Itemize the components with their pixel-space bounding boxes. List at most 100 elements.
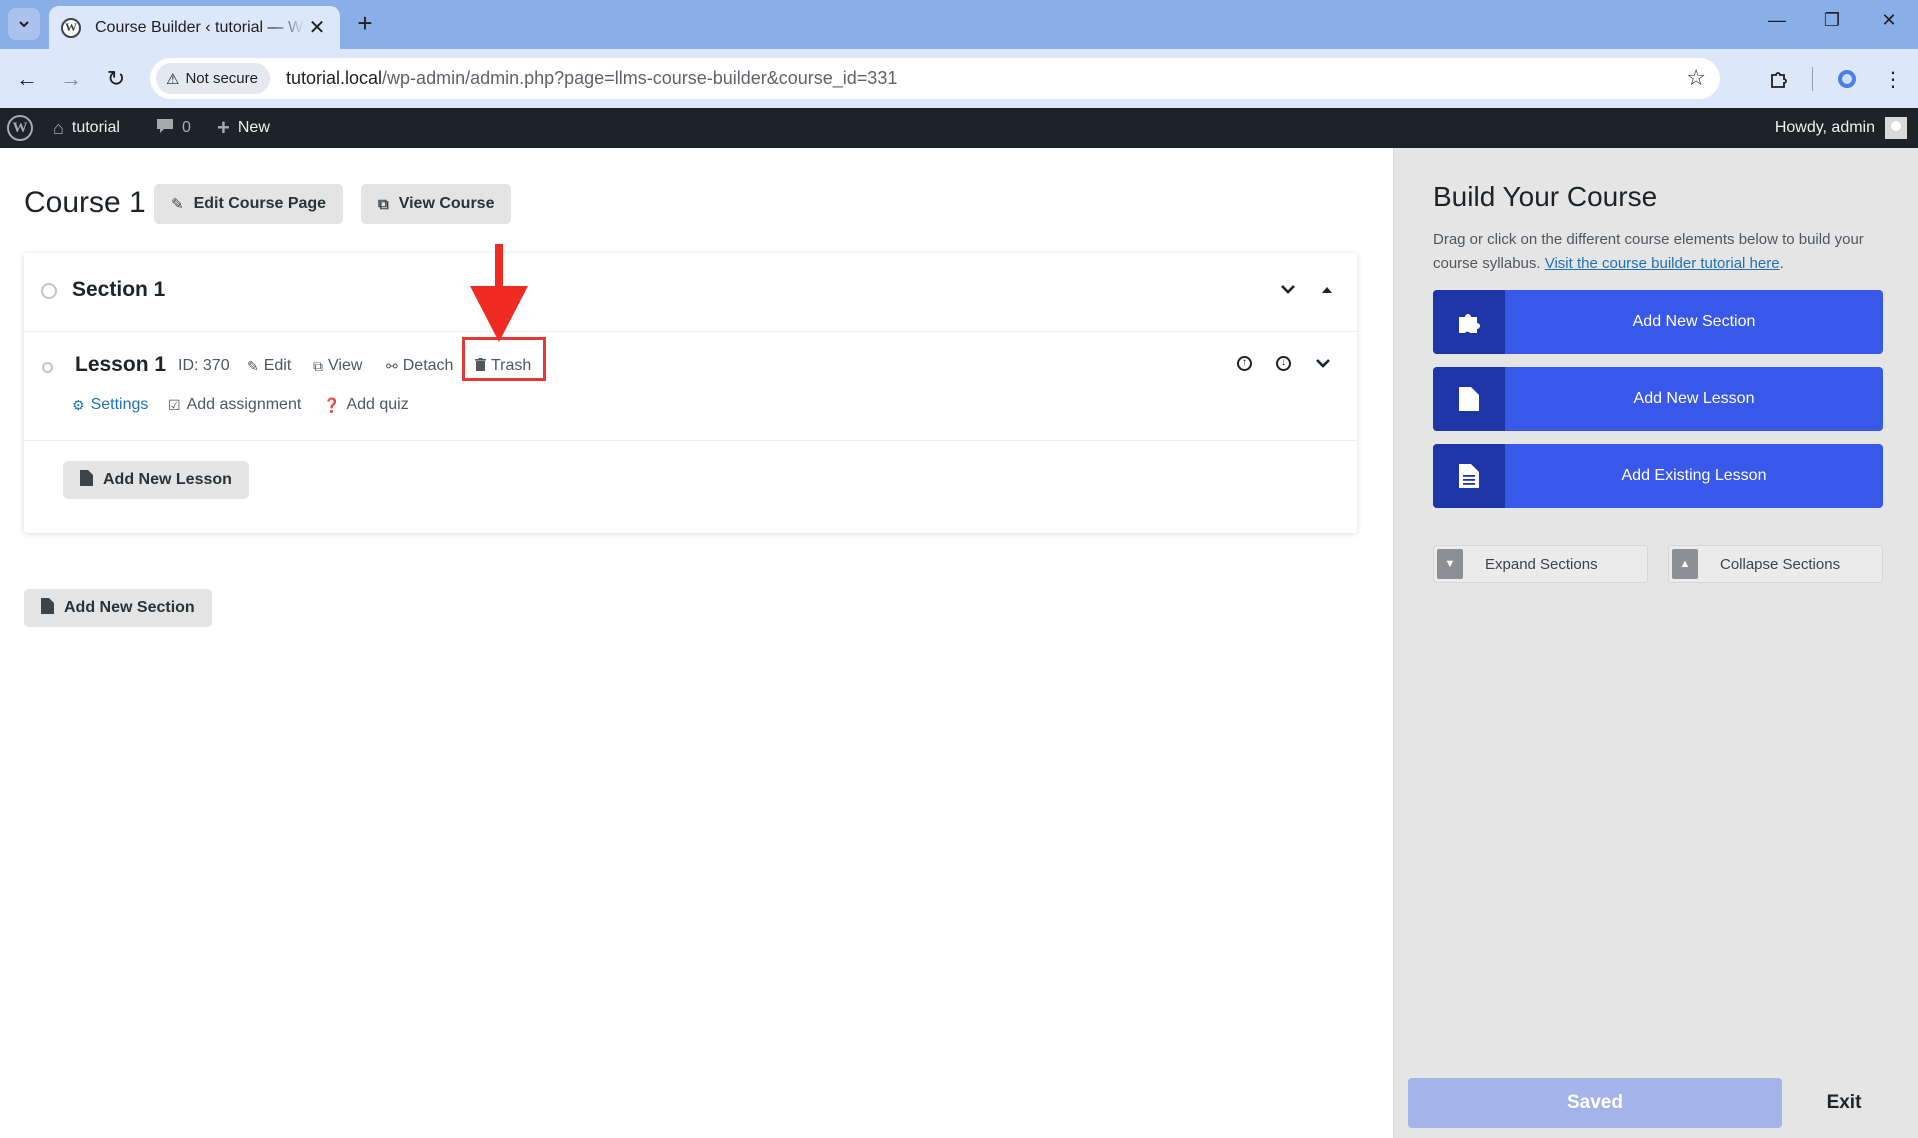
back-icon[interactable]: ← bbox=[12, 64, 42, 94]
minimize-icon[interactable]: — bbox=[1762, 10, 1792, 38]
lesson-divider bbox=[24, 440, 1357, 441]
sidebar-add-new-lesson-label: Add New Lesson bbox=[1633, 390, 1755, 407]
profile-icon[interactable] bbox=[1832, 64, 1862, 94]
address-bar[interactable]: ⚠ Not secure tutorial.local/wp-admin/adm… bbox=[150, 58, 1720, 99]
add-new-lesson-button[interactable]: Add New Lesson bbox=[63, 461, 249, 499]
bookmark-star-icon[interactable]: ☆ bbox=[1686, 65, 1706, 91]
chevron-down-icon bbox=[19, 21, 29, 28]
section-collapse-icon[interactable] bbox=[1279, 280, 1297, 301]
security-label: Not secure bbox=[185, 70, 258, 87]
expand-sections-label: Expand Sections bbox=[1485, 555, 1598, 573]
security-chip[interactable]: ⚠ Not secure bbox=[156, 63, 270, 94]
course-title: Course 1 bbox=[24, 186, 146, 219]
url-text[interactable]: tutorial.local/wp-admin/admin.php?page=l… bbox=[286, 68, 897, 89]
add-new-lesson-label: Add New Lesson bbox=[103, 471, 232, 488]
checkbox-icon: ☑ bbox=[168, 396, 181, 413]
lesson-view-link[interactable]: ⧉ View bbox=[313, 357, 362, 375]
sidebar-add-new-lesson-button[interactable]: Add New Lesson bbox=[1433, 367, 1883, 431]
puzzle-icon bbox=[1433, 290, 1505, 354]
more-menu-icon[interactable]: ⋮ bbox=[1878, 64, 1908, 94]
expand-sections-button[interactable]: ▼ Expand Sections bbox=[1433, 545, 1648, 583]
view-course-label: View Course bbox=[398, 195, 495, 212]
lesson-settings-label: Settings bbox=[90, 396, 149, 413]
edit-icon: ✎ bbox=[171, 196, 184, 213]
lesson-expand-icon[interactable] bbox=[1314, 354, 1332, 375]
triangle-up-icon: ▲ bbox=[1672, 549, 1698, 579]
new-content-menu[interactable]: + New bbox=[217, 108, 270, 148]
course-builder-main: Course 1 ✎ Edit Course Page ⧉ View Cours… bbox=[0, 148, 1393, 1138]
document-icon bbox=[1433, 444, 1505, 508]
annotation-arrow-icon bbox=[470, 286, 528, 342]
tutorial-link[interactable]: Visit the course builder tutorial here bbox=[1545, 255, 1780, 272]
page-icon bbox=[80, 470, 93, 490]
url-host: tutorial.local bbox=[286, 68, 383, 88]
external-link-icon: ⧉ bbox=[378, 195, 389, 213]
wordpress-favicon-icon: W bbox=[61, 17, 81, 38]
section-move-up-icon[interactable] bbox=[1321, 280, 1333, 301]
lesson-detach-label: Detach bbox=[402, 357, 454, 374]
section-divider bbox=[24, 331, 1357, 332]
wp-admin-bar: W ⌂ tutorial 0 + New Howdy, admin bbox=[0, 108, 1918, 148]
page-icon bbox=[41, 598, 54, 618]
exit-button[interactable]: Exit bbox=[1788, 1078, 1900, 1128]
url-path: /wp-admin/admin.php?page=llms-course-bui… bbox=[382, 68, 898, 88]
add-assignment-link[interactable]: ☑ Add assignment bbox=[168, 396, 301, 414]
lesson-view-label: View bbox=[328, 357, 363, 374]
external-link-icon: ⧉ bbox=[313, 357, 323, 374]
home-icon: ⌂ bbox=[53, 117, 64, 138]
annotation-arrow-shaft bbox=[495, 244, 503, 288]
restore-icon[interactable]: ❐ bbox=[1817, 10, 1847, 38]
comment-bubble-icon bbox=[156, 118, 174, 139]
howdy-label: Howdy, admin bbox=[1774, 119, 1875, 136]
lesson-edit-label: Edit bbox=[263, 357, 292, 374]
comments-menu[interactable]: 0 bbox=[156, 108, 191, 148]
view-course-button[interactable]: ⧉ View Course bbox=[361, 184, 512, 224]
section-card: Section 1 Lesson 1 ID: 370 ✎ Edit ⧉ View… bbox=[24, 253, 1357, 533]
page-icon bbox=[1433, 367, 1505, 431]
section-title[interactable]: Section 1 bbox=[72, 278, 165, 302]
collapse-sections-button[interactable]: ▲ Collapse Sections bbox=[1668, 545, 1883, 583]
lesson-id: ID: 370 bbox=[178, 357, 230, 374]
saved-button[interactable]: Saved bbox=[1408, 1078, 1782, 1128]
unlink-icon: ⚯ bbox=[386, 357, 398, 374]
forward-icon[interactable]: → bbox=[56, 64, 86, 94]
new-label: New bbox=[237, 119, 270, 136]
browser-tabbar: W Course Builder ‹ tutorial — WordPress … bbox=[0, 0, 1918, 49]
sidebar-add-existing-lesson-button[interactable]: Add Existing Lesson bbox=[1433, 444, 1883, 508]
lesson-move-up-icon[interactable]: ↑ bbox=[1237, 356, 1252, 371]
wp-logo-menu[interactable]: W bbox=[7, 108, 33, 148]
sidebar-title: Build Your Course bbox=[1433, 181, 1658, 212]
window-close-icon[interactable]: ✕ bbox=[1874, 10, 1904, 38]
collapse-sections-label: Collapse Sections bbox=[1720, 555, 1841, 573]
reload-icon[interactable]: ↻ bbox=[101, 64, 131, 94]
comments-count: 0 bbox=[182, 119, 191, 136]
lesson-detach-link[interactable]: ⚯ Detach bbox=[386, 357, 453, 375]
add-quiz-label: Add quiz bbox=[346, 396, 409, 413]
site-name-menu[interactable]: ⌂ tutorial bbox=[53, 108, 120, 148]
sidebar-description: Drag or click on the different course el… bbox=[1433, 228, 1873, 276]
lesson-move-down-icon[interactable]: ↓ bbox=[1276, 356, 1291, 371]
question-circle-icon: ❓ bbox=[323, 396, 341, 413]
lesson-edit-link[interactable]: ✎ Edit bbox=[247, 357, 291, 375]
new-tab-button[interactable]: + bbox=[350, 9, 380, 39]
add-quiz-link[interactable]: ❓ Add quiz bbox=[323, 396, 409, 414]
add-new-section-label: Add New Section bbox=[64, 599, 195, 616]
tab-search-button[interactable] bbox=[8, 8, 40, 40]
sidebar-description-end: . bbox=[1779, 255, 1784, 272]
trash-highlight-box bbox=[462, 337, 546, 381]
lesson-select-radio[interactable] bbox=[42, 362, 53, 373]
browser-toolbar: ← → ↻ ⚠ Not secure tutorial.local/wp-adm… bbox=[0, 49, 1918, 108]
sidebar-add-new-section-button[interactable]: Add New Section bbox=[1433, 290, 1883, 354]
lesson-title[interactable]: Lesson 1 bbox=[75, 353, 166, 377]
lesson-settings-link[interactable]: ⚙ Settings bbox=[72, 396, 148, 414]
sidebar-add-existing-lesson-label: Add Existing Lesson bbox=[1621, 467, 1767, 484]
edit-course-page-button[interactable]: ✎ Edit Course Page bbox=[154, 184, 344, 224]
plus-icon: + bbox=[217, 115, 230, 140]
tab-close-icon[interactable]: ✕ bbox=[306, 15, 328, 40]
section-select-radio[interactable] bbox=[41, 283, 57, 299]
add-assignment-label: Add assignment bbox=[186, 396, 302, 413]
browser-tab-active[interactable]: W Course Builder ‹ tutorial — WordPress … bbox=[49, 6, 340, 49]
extensions-icon[interactable] bbox=[1764, 64, 1794, 94]
add-new-section-button[interactable]: Add New Section bbox=[24, 589, 212, 627]
account-menu[interactable]: Howdy, admin bbox=[1775, 108, 1907, 148]
